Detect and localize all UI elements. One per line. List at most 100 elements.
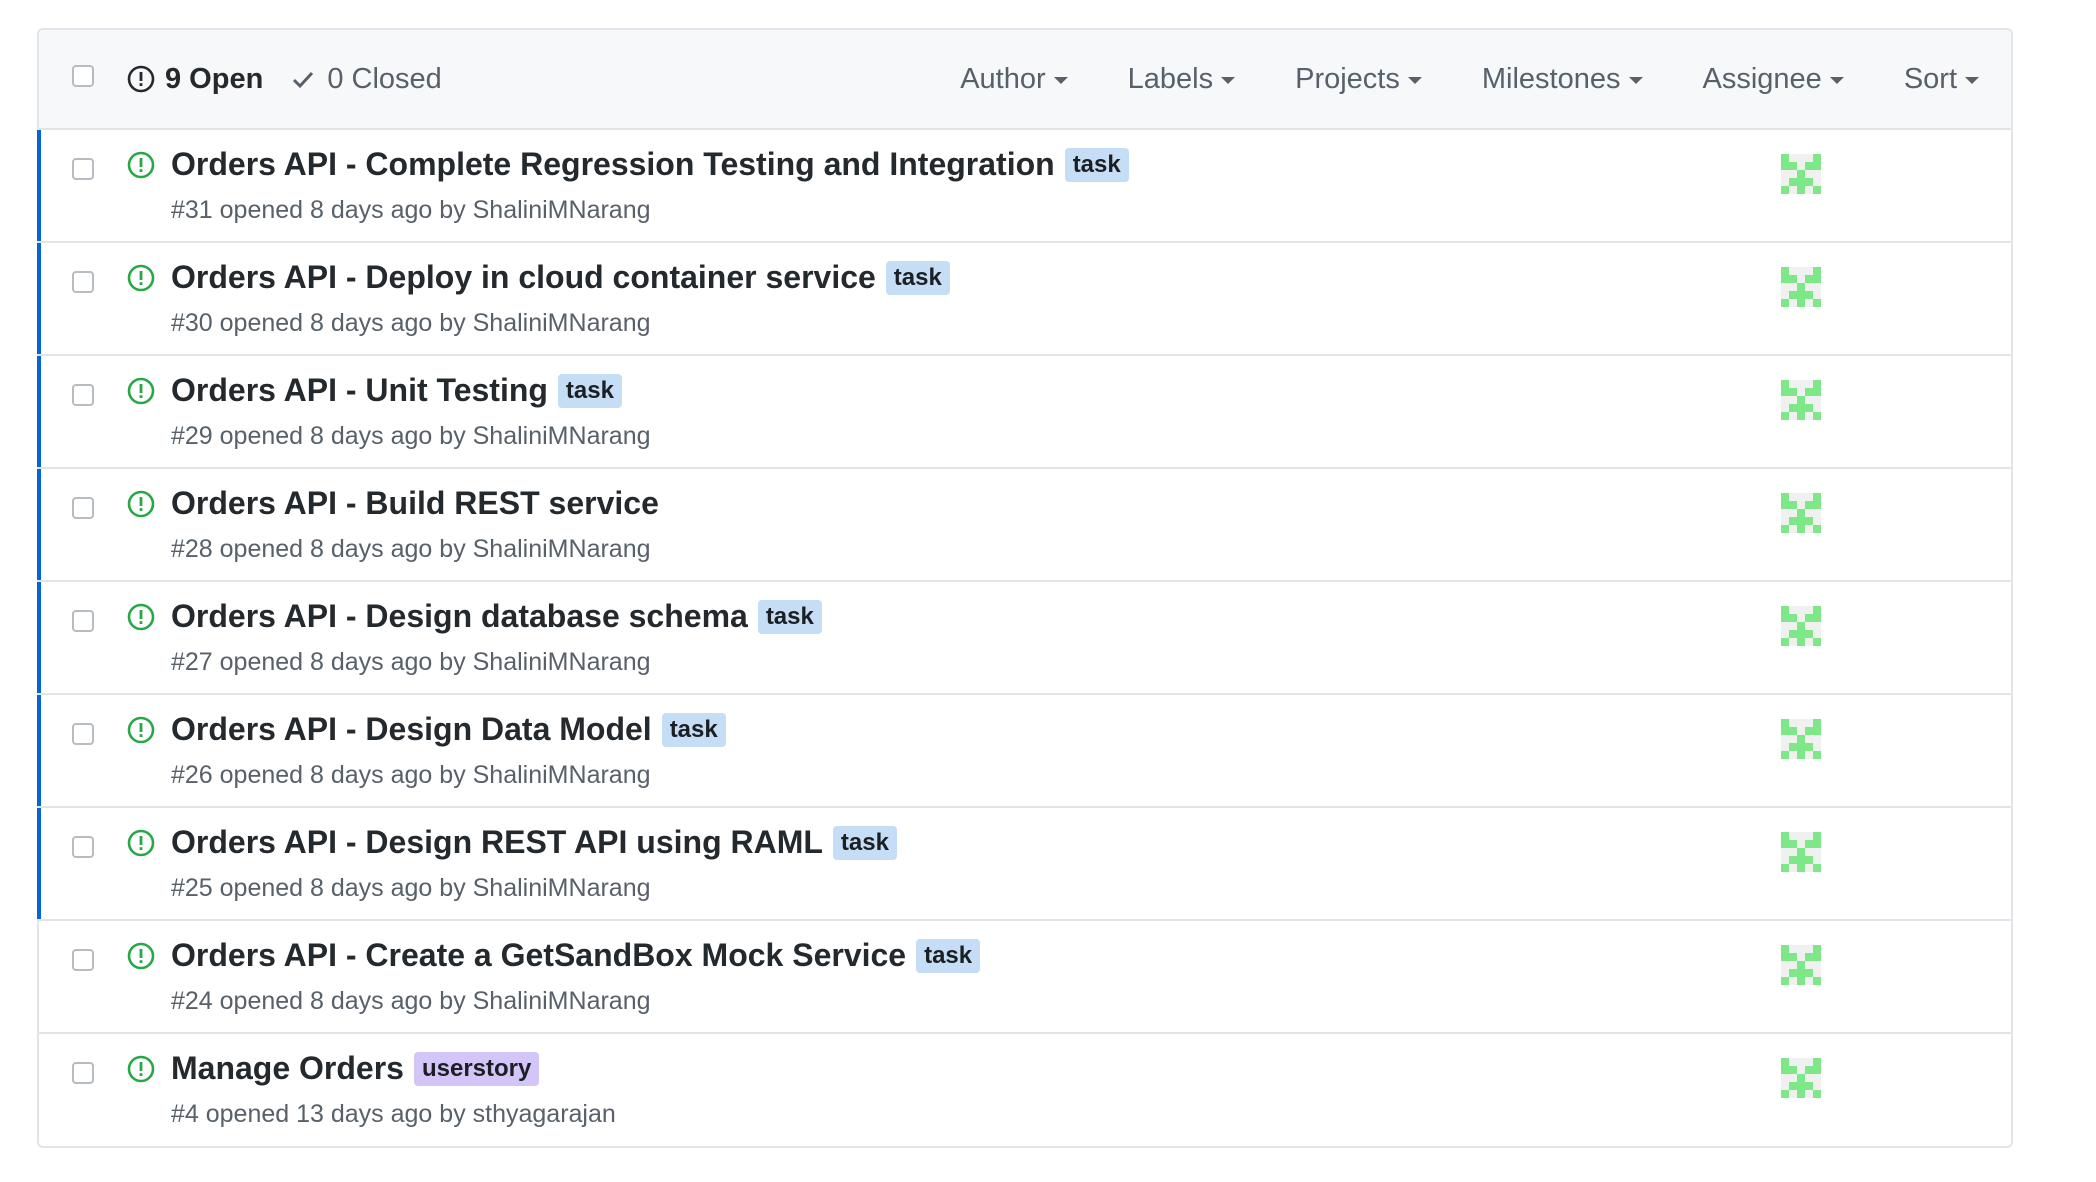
issue-meta: #29 opened 8 days ago by ShaliniMNarang <box>171 422 651 450</box>
filter-label: Labels <box>1127 62 1214 95</box>
issues-list-header: 9 Open 0 Closed Author Labels Projects M… <box>39 30 2011 130</box>
issue-row: Orders API - Unit Testing task #29 opene… <box>37 356 2011 469</box>
issue-state-toggle: 9 Open 0 Closed <box>127 30 442 128</box>
issue-title-link[interactable]: Manage Orders <box>171 1050 404 1087</box>
issue-title-link[interactable]: Orders API - Deploy in cloud container s… <box>171 259 876 296</box>
assignee-avatar[interactable] <box>1781 267 1821 307</box>
issue-row: Orders API - Create a GetSandBox Mock Se… <box>39 921 2011 1034</box>
closed-issues-tab[interactable]: 0 Closed <box>291 62 442 96</box>
issue-title-line: Orders API - Complete Regression Testing… <box>171 146 1129 183</box>
assignee-avatar[interactable] <box>1781 719 1821 759</box>
issue-title-line: Orders API - Build REST service <box>171 485 659 522</box>
assignee-avatar[interactable] <box>1781 493 1821 533</box>
assignee-avatar[interactable] <box>1781 832 1821 872</box>
select-all-checkbox[interactable] <box>72 65 94 87</box>
issue-title-link[interactable]: Orders API - Unit Testing <box>171 372 548 409</box>
issue-opened-icon <box>127 716 155 744</box>
issue-title-link[interactable]: Orders API - Design REST API using RAML <box>171 824 823 861</box>
identicon-icon <box>1781 719 1821 759</box>
milestones-filter[interactable]: Milestones <box>1482 63 1643 96</box>
identicon-icon <box>1781 945 1821 985</box>
identicon-icon <box>1781 1058 1821 1098</box>
issue-title-link[interactable]: Orders API - Create a GetSandBox Mock Se… <box>171 937 906 974</box>
issue-label[interactable]: task <box>661 712 726 747</box>
issue-label[interactable]: task <box>557 373 622 408</box>
issue-opened-icon <box>127 829 155 857</box>
chevron-down-icon <box>1829 77 1844 84</box>
issue-row: Manage Orders userstory #4 opened 13 day… <box>39 1034 2011 1146</box>
issue-title-line: Orders API - Design REST API using RAML … <box>171 824 897 861</box>
issue-row: Orders API - Build REST service #28 open… <box>37 469 2011 582</box>
projects-filter[interactable]: Projects <box>1295 63 1422 96</box>
issue-meta: #25 opened 8 days ago by ShaliniMNarang <box>171 874 651 902</box>
filter-label: Author <box>960 62 1046 95</box>
issue-label[interactable]: task <box>757 599 822 634</box>
open-count-label: 9 Open <box>165 62 264 95</box>
issue-opened-icon <box>127 490 155 518</box>
assignee-avatar[interactable] <box>1781 1058 1821 1098</box>
issue-label[interactable]: userstory <box>413 1051 540 1086</box>
identicon-icon <box>1781 493 1821 533</box>
filter-bar: Author Labels Projects Milestones Assign… <box>960 30 2011 128</box>
assignee-avatar[interactable] <box>1781 945 1821 985</box>
issue-row: Orders API - Design Data Model task #26 … <box>37 695 2011 808</box>
assignee-avatar[interactable] <box>1781 154 1821 194</box>
issue-opened-icon <box>127 942 155 970</box>
filter-label: Milestones <box>1481 62 1621 95</box>
chevron-down-icon <box>1965 77 1979 84</box>
issues-list: 9 Open 0 Closed Author Labels Projects M… <box>37 28 2013 1148</box>
issue-checkbox[interactable] <box>72 949 94 971</box>
issue-label[interactable]: task <box>1064 147 1129 182</box>
sort-filter[interactable]: Sort <box>1904 63 1979 96</box>
issue-checkbox[interactable] <box>72 384 94 406</box>
open-issues-tab[interactable]: 9 Open <box>127 63 263 96</box>
issue-checkbox[interactable] <box>72 836 94 858</box>
filter-label: Assignee <box>1702 62 1822 95</box>
filter-label: Sort <box>1903 62 1957 95</box>
assignee-avatar[interactable] <box>1781 606 1821 646</box>
identicon-icon <box>1781 154 1821 194</box>
issue-opened-icon <box>127 264 155 292</box>
issue-title-link[interactable]: Orders API - Complete Regression Testing… <box>171 146 1055 183</box>
identicon-icon <box>1781 832 1821 872</box>
issue-title-line: Orders API - Unit Testing task <box>171 372 622 409</box>
check-icon <box>293 71 314 89</box>
identicon-icon <box>1781 267 1821 307</box>
chevron-down-icon <box>1221 77 1236 84</box>
filter-label: Projects <box>1295 62 1400 95</box>
issue-checkbox[interactable] <box>72 723 94 745</box>
issue-checkbox[interactable] <box>72 1062 94 1084</box>
issue-row: Orders API - Design database schema task… <box>37 582 2011 695</box>
chevron-down-icon <box>1628 77 1643 84</box>
issue-title-link[interactable]: Orders API - Design database schema <box>171 598 748 635</box>
issue-checkbox[interactable] <box>72 271 94 293</box>
issue-opened-icon <box>127 603 155 631</box>
issue-label[interactable]: task <box>832 825 897 860</box>
issue-title-line: Orders API - Design database schema task <box>171 598 822 635</box>
closed-count-label: 0 Closed <box>327 62 442 95</box>
identicon-icon <box>1781 606 1821 646</box>
issue-row: Orders API - Deploy in cloud container s… <box>37 243 2011 356</box>
issue-opened-icon <box>127 65 155 93</box>
issue-rows: Orders API - Complete Regression Testing… <box>37 130 2011 1146</box>
assignee-avatar[interactable] <box>1781 380 1821 420</box>
issue-opened-icon <box>127 1055 155 1083</box>
issue-title-link[interactable]: Orders API - Build REST service <box>171 485 659 522</box>
issue-meta: #28 opened 8 days ago by ShaliniMNarang <box>171 535 651 563</box>
issue-checkbox[interactable] <box>72 497 94 519</box>
issue-meta: #31 opened 8 days ago by ShaliniMNarang <box>171 196 651 224</box>
issue-row: Orders API - Design REST API using RAML … <box>37 808 2011 921</box>
issue-label[interactable]: task <box>885 260 950 295</box>
issue-checkbox[interactable] <box>72 158 94 180</box>
chevron-down-icon <box>1407 77 1422 84</box>
identicon-icon <box>1781 380 1821 420</box>
issue-label[interactable]: task <box>916 938 981 973</box>
assignee-filter[interactable]: Assignee <box>1703 63 1844 96</box>
issue-title-line: Orders API - Deploy in cloud container s… <box>171 259 950 296</box>
issue-checkbox[interactable] <box>72 610 94 632</box>
issue-title-link[interactable]: Orders API - Design Data Model <box>171 711 652 748</box>
issue-opened-icon <box>127 377 155 405</box>
labels-filter[interactable]: Labels <box>1127 62 1236 96</box>
author-filter[interactable]: Author <box>960 62 1068 96</box>
issue-meta: #4 opened 13 days ago by sthyagarajan <box>171 1100 616 1128</box>
